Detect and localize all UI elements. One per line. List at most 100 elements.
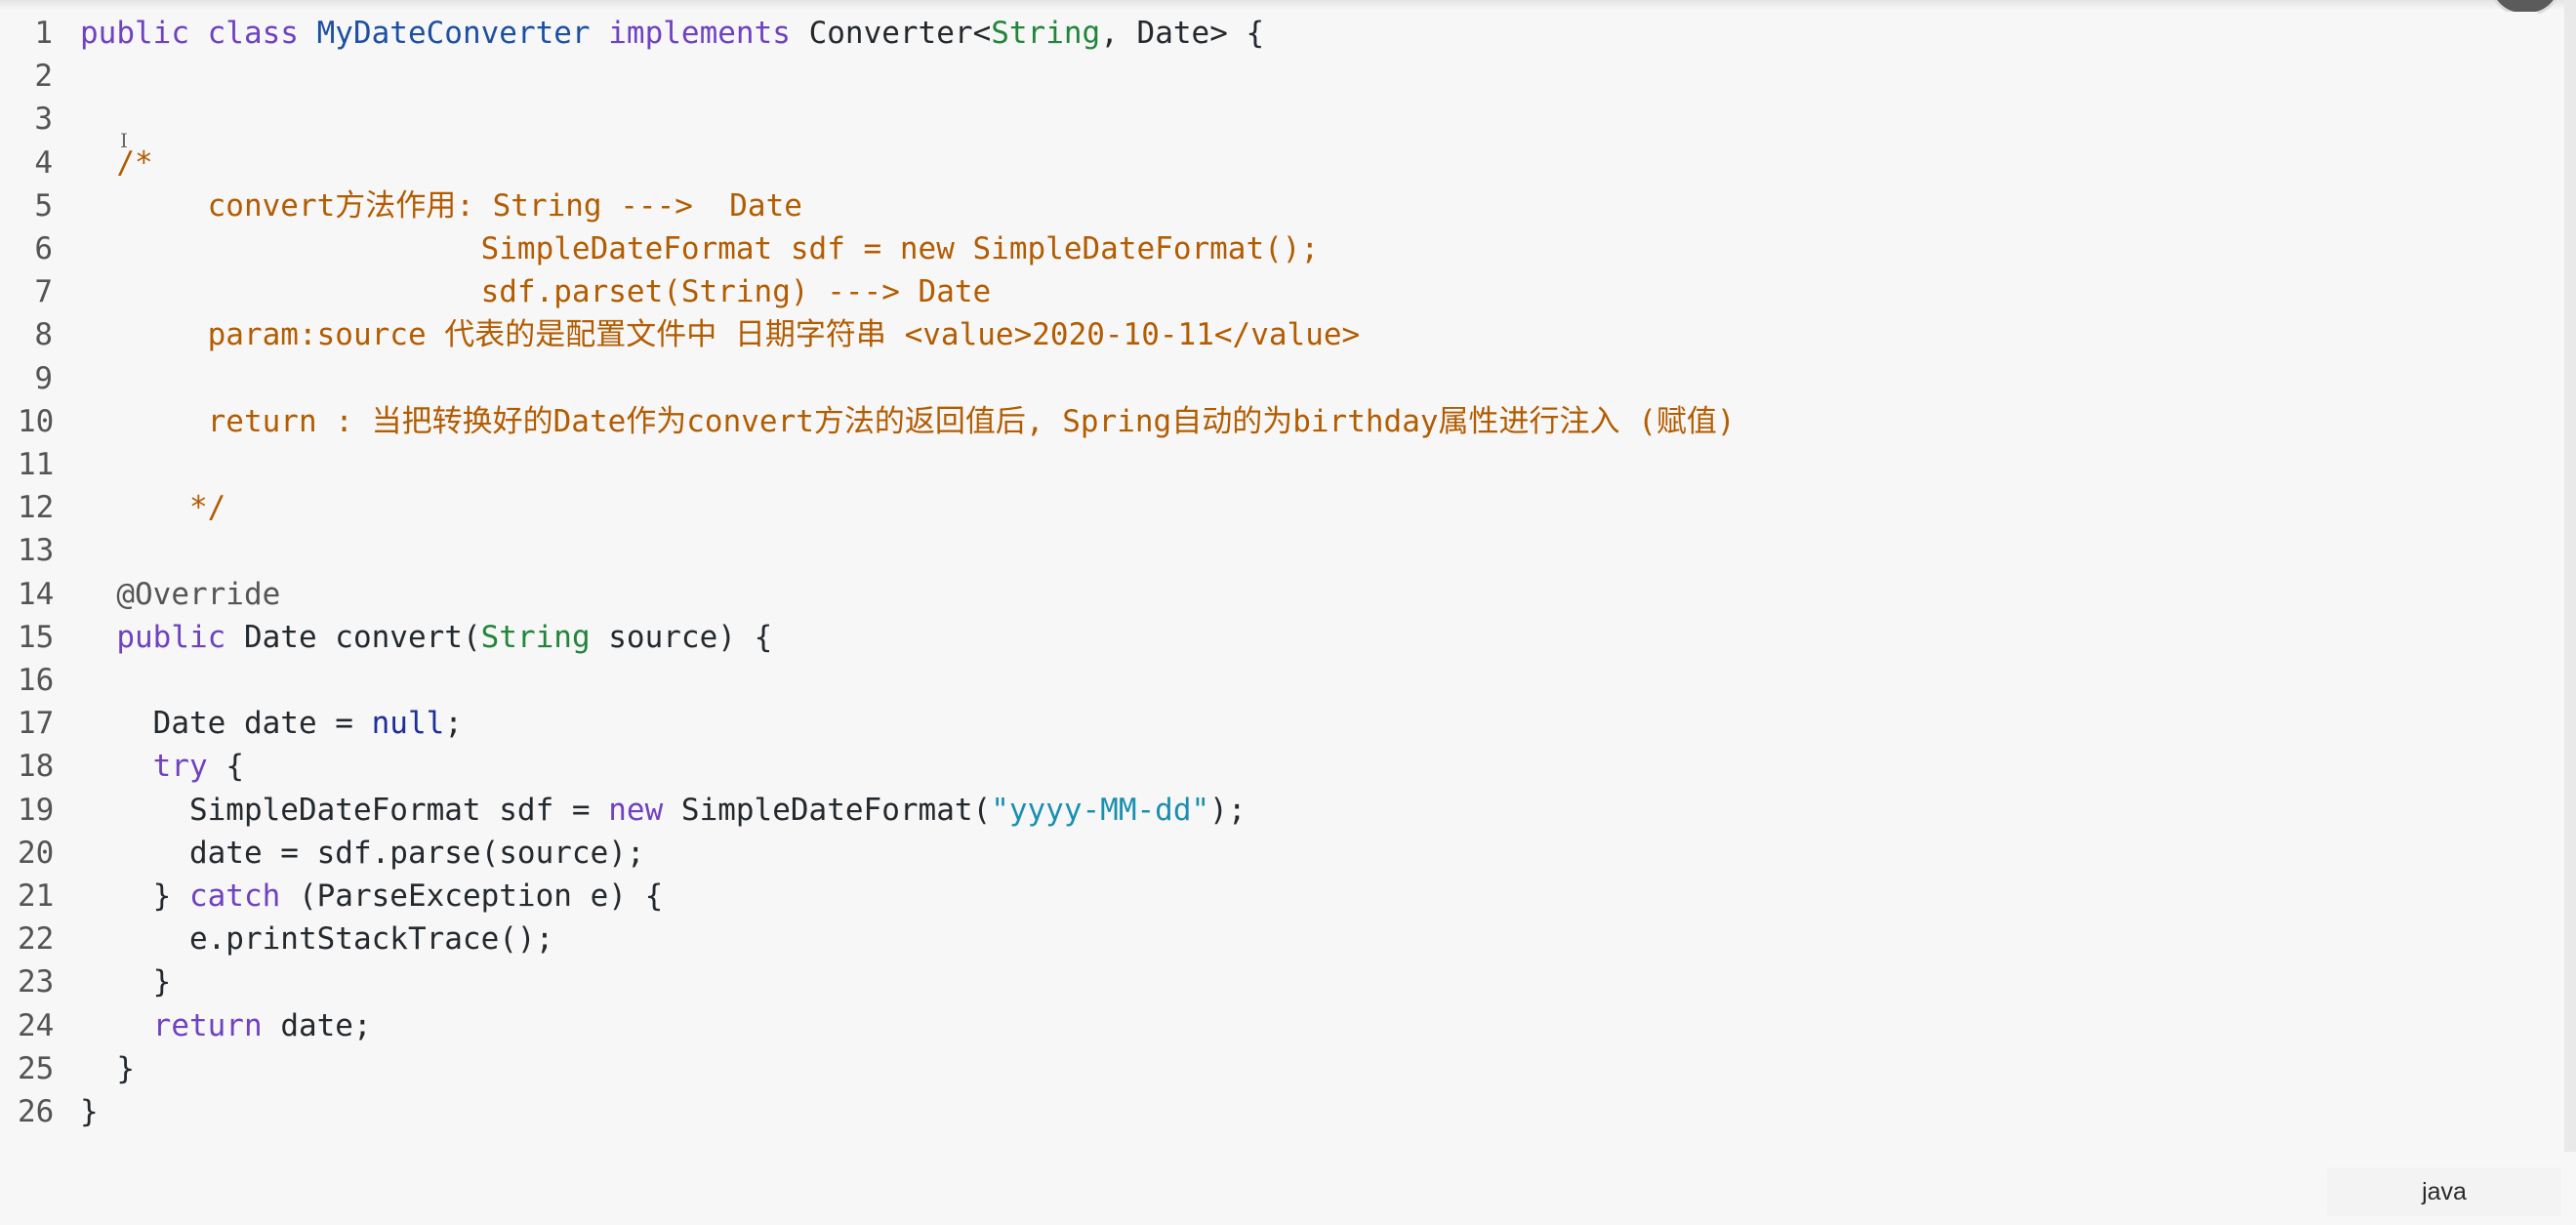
code-line: 3 — [0, 98, 2538, 141]
code-line: 9 — [0, 357, 2538, 400]
code-token: new — [608, 792, 681, 828]
code-token: return — [80, 1007, 281, 1043]
code-viewer-page: 1 public class MyDateConverter implements… — [0, 0, 2576, 1225]
code-token: try — [80, 749, 226, 785]
code-line: 13 — [0, 529, 2538, 572]
line-number: 17 — [18, 706, 55, 742]
line-number: 2 — [34, 59, 53, 95]
code-token: String — [480, 619, 591, 655]
code-token: SimpleDateFormat sdf = — [80, 792, 609, 828]
line-number: 3 — [34, 102, 53, 138]
line-number: 10 — [18, 403, 55, 439]
line-code: } — [80, 1047, 135, 1090]
code-line: 26} — [0, 1090, 2538, 1133]
line-code: try { — [80, 745, 244, 788]
code-token: String — [991, 16, 1101, 51]
code-token: ; — [444, 706, 463, 742]
code-line: 23 } — [0, 960, 2538, 1003]
line-number: 16 — [18, 663, 55, 698]
code-token: null — [371, 706, 445, 742]
vertical-scrollbar[interactable] — [2564, 0, 2576, 1152]
code-token: date = sdf.parse(source); — [80, 835, 645, 871]
line-code: public class MyDateConverter implements … — [80, 12, 1264, 55]
line-number: 14 — [18, 576, 55, 612]
code-line: 14 @Override — [0, 573, 2538, 616]
code-line: 6 SimpleDateFormat sdf = new SimpleDateF… — [0, 227, 2538, 270]
code-token: source) { — [590, 619, 773, 655]
code-line: 8 param:source 代表的是配置文件中 日期字符串 <value>20… — [0, 313, 2538, 356]
line-number: 11 — [18, 447, 55, 482]
code-line: 18 try { — [0, 745, 2538, 788]
code-token: { — [225, 749, 244, 785]
line-number: 7 — [34, 274, 53, 310]
code-line: 10 return : 当把转换好的Date作为convert方法的返回值后, … — [0, 400, 2538, 443]
line-code: SimpleDateFormat sdf = new SimpleDateFor… — [80, 789, 1247, 832]
line-code: @Override — [80, 573, 280, 616]
code-line: 5 convert方法作用: String ---> Date — [0, 184, 2538, 227]
code-token: MyDateConverter — [316, 16, 609, 51]
code-token: return : 当把转换好的Date作为convert方法的返回值后, Spr… — [80, 403, 1736, 439]
code-token: e.printStackTrace(); — [80, 921, 554, 958]
code-token: */ — [80, 490, 226, 526]
code-token: @Override — [80, 576, 281, 612]
code-token: Date convert( — [243, 619, 481, 655]
code-token: } — [80, 1094, 99, 1129]
line-number: 26 — [18, 1094, 55, 1129]
line-number: 18 — [18, 749, 55, 785]
line-number: 4 — [34, 144, 53, 181]
line-code: } catch (ParseException e) { — [80, 875, 664, 918]
code-line: 4 /* — [0, 142, 2538, 184]
code-token: , Date> { — [1100, 16, 1265, 51]
code-line: 1 public class MyDateConverter implements… — [0, 12, 2538, 55]
text-cursor-icon: I — [120, 129, 128, 152]
code-token: } — [80, 1050, 135, 1086]
code-line: 17 Date date = null; — [0, 702, 2538, 745]
code-token: catch — [188, 878, 299, 914]
code-line: 15 public Date convert(String source) { — [0, 616, 2538, 659]
code-token: } — [80, 964, 172, 1000]
code-token: date; — [280, 1007, 372, 1043]
top-edge-shadow — [0, 0, 2576, 10]
line-code: return date; — [80, 1004, 372, 1047]
line-number: 13 — [18, 533, 55, 569]
line-code: */ — [80, 486, 225, 529]
line-number: 25 — [18, 1050, 55, 1086]
code-block[interactable]: 1 public class MyDateConverter implements… — [0, 12, 2538, 1144]
line-code: public Date convert(String source) { — [80, 616, 772, 659]
line-code: Date date = null; — [80, 702, 463, 745]
line-code: /* — [80, 142, 153, 184]
line-number: 22 — [18, 921, 55, 958]
code-token: Date date = — [80, 706, 372, 742]
line-number: 20 — [18, 835, 55, 871]
code-token: convert方法作用: String ---> Date — [80, 187, 802, 224]
code-line: 20 date = sdf.parse(source); — [0, 832, 2538, 875]
line-code: return : 当把转换好的Date作为convert方法的返回值后, Spr… — [80, 400, 1736, 443]
line-code: } — [80, 960, 172, 1003]
code-token: implements — [608, 16, 809, 51]
line-number: 12 — [18, 490, 55, 526]
code-line: 25 } — [0, 1047, 2538, 1090]
line-code: param:source 代表的是配置文件中 日期字符串 <value>2020… — [80, 313, 1361, 356]
code-line: 2 — [0, 55, 2538, 98]
code-line: 7 sdf.parset(String) ---> Date — [0, 270, 2538, 313]
line-code: } — [80, 1090, 99, 1133]
code-line: 11 — [0, 443, 2538, 486]
line-number: 1 — [34, 16, 53, 51]
code-token: ); — [1209, 792, 1247, 828]
line-number: 23 — [18, 964, 55, 1000]
code-token: public — [80, 619, 244, 655]
language-badge: java — [2327, 1167, 2561, 1216]
line-code: convert方法作用: String ---> Date — [80, 184, 802, 227]
line-number: 8 — [34, 317, 53, 353]
code-line: 12 */ — [0, 486, 2538, 529]
line-code: date = sdf.parse(source); — [80, 832, 645, 875]
code-line: 21 } catch (ParseException e) { — [0, 875, 2538, 918]
line-number: 19 — [18, 792, 55, 828]
code-token: sdf.parset(String) ---> Date — [80, 274, 992, 310]
code-token: (ParseException e) { — [298, 878, 664, 914]
code-token: "yyyy-MM-dd" — [991, 792, 1210, 828]
code-token: public class — [80, 16, 317, 51]
code-token: < — [972, 16, 992, 51]
code-line: 16 — [0, 659, 2538, 702]
code-token: /* — [80, 144, 153, 181]
